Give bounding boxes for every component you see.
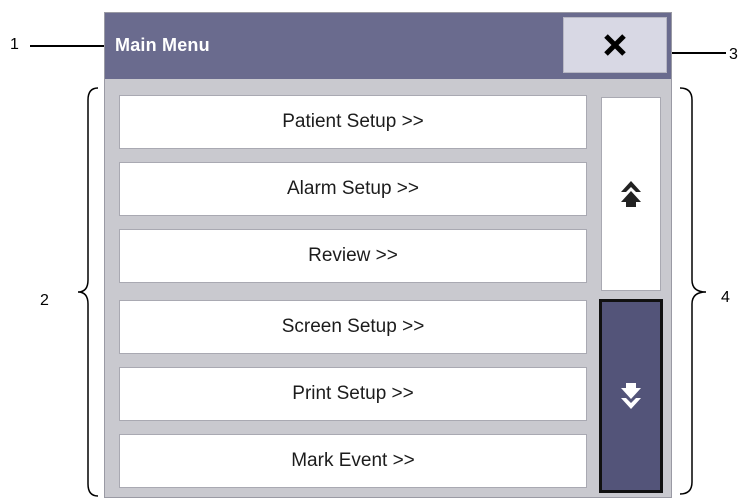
menu-item-label: Screen Setup >> xyxy=(281,316,425,337)
menu-titlebar: Main Menu xyxy=(105,13,671,79)
menu-item-label: Mark Event >> xyxy=(291,450,415,471)
alarm-setup-button[interactable]: Alarm Setup >> xyxy=(119,162,587,216)
callout-3: 3 xyxy=(729,46,738,63)
review-button[interactable]: Review >> xyxy=(119,229,587,283)
menu-item-label: Print Setup >> xyxy=(292,383,414,404)
main-menu-panel: Main Menu Patient Setup >> Alarm Setup >… xyxy=(104,12,672,498)
callout-4: 4 xyxy=(721,289,730,306)
patient-setup-button[interactable]: Patient Setup >> xyxy=(119,95,587,149)
mark-event-button[interactable]: Mark Event >> xyxy=(119,434,587,488)
callout-1: 1 xyxy=(10,36,19,53)
callout-1-leader xyxy=(30,45,112,47)
scroll-up-button[interactable] xyxy=(601,97,661,291)
screen-setup-button[interactable]: Screen Setup >> xyxy=(119,300,587,354)
menu-item-label: Patient Setup >> xyxy=(282,111,424,132)
scroll-down-button[interactable] xyxy=(599,299,663,493)
menu-title: Main Menu xyxy=(115,35,210,55)
double-chevron-up-icon xyxy=(621,181,641,207)
close-x-icon xyxy=(604,34,626,56)
double-chevron-down-icon xyxy=(621,383,641,409)
print-setup-button[interactable]: Print Setup >> xyxy=(119,367,587,421)
callout-2: 2 xyxy=(40,292,49,309)
callout-4-brace xyxy=(679,87,707,495)
menu-item-label: Review >> xyxy=(308,245,398,266)
close-button[interactable] xyxy=(563,17,667,73)
menu-item-label: Alarm Setup >> xyxy=(286,178,420,199)
callout-2-brace xyxy=(77,87,99,497)
